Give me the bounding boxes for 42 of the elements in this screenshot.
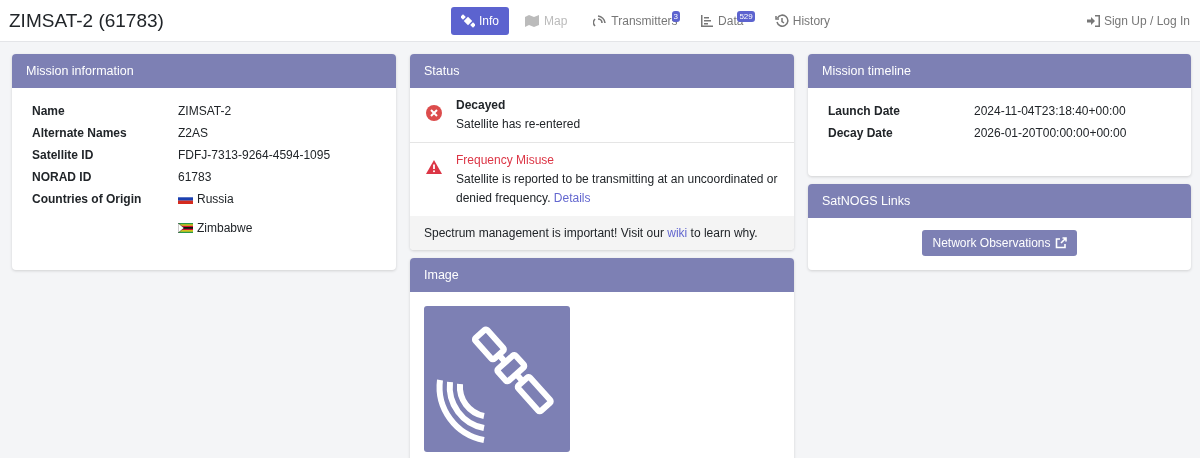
field-value: Z2AS <box>178 126 208 140</box>
card-title: Mission timeline <box>822 64 911 78</box>
status-text: Satellite is reported to be transmitting at an uncoordinated or denied frequency. Details <box>456 171 779 207</box>
field-label: Alternate Names <box>32 122 178 144</box>
field-label: Decay Date <box>828 122 974 144</box>
field-value: 2024-11-04T23:18:40+00:00 <box>974 103 1127 120</box>
chart-icon <box>700 14 715 28</box>
field-value: 2026-01-20T00:00:00+00:00 <box>974 125 1127 142</box>
wiki-link[interactable]: wiki <box>667 226 688 240</box>
history-icon <box>774 14 789 28</box>
field-label: NORAD ID <box>32 166 178 188</box>
status-title: Decayed <box>456 97 507 114</box>
field-value: Russia <box>197 192 234 206</box>
card-title: SatNOGS Links <box>822 194 911 208</box>
nav-tab[interactable]: History <box>764 7 841 35</box>
sign-in-link[interactable]: Sign Up / Log In <box>1086 13 1190 28</box>
field-label: Launch Date <box>828 100 974 122</box>
sign-in-icon <box>1086 14 1100 27</box>
warning-icon <box>426 160 442 174</box>
card-title: Status <box>424 64 460 78</box>
card-title: Mission information <box>26 64 134 78</box>
status-title: Frequency Misuse <box>456 152 556 169</box>
satellite-icon <box>461 14 475 28</box>
error-icon <box>426 105 442 121</box>
card-title: Image <box>424 268 459 282</box>
field-value: ZIMSAT-2 <box>178 104 232 118</box>
notice-text: Spectrum management is important! Visit our wiki to learn why. <box>410 216 794 250</box>
field-value: Zimbabwe <box>197 221 253 235</box>
details-link[interactable]: Details <box>553 191 591 205</box>
page-title: ZIMSAT-2 (61783) <box>9 9 164 32</box>
network-observations-button[interactable]: Network Observations <box>922 230 1077 256</box>
field-label: Satellite ID <box>32 144 178 166</box>
field-label: Countries of Origin <box>32 188 178 240</box>
nav-tab[interactable]: Transmitters3 <box>583 7 685 35</box>
signal-icon <box>593 14 608 28</box>
field-value: FDFJ-7313-9264-4594-1095 <box>178 148 331 162</box>
field-value: 61783 <box>178 170 212 184</box>
nav-tab[interactable]: Info <box>451 7 509 35</box>
status-text: Satellite has re-entered <box>456 116 581 133</box>
external-link-icon <box>1054 237 1067 249</box>
field-label: Name <box>32 100 178 122</box>
map-icon <box>525 14 540 28</box>
